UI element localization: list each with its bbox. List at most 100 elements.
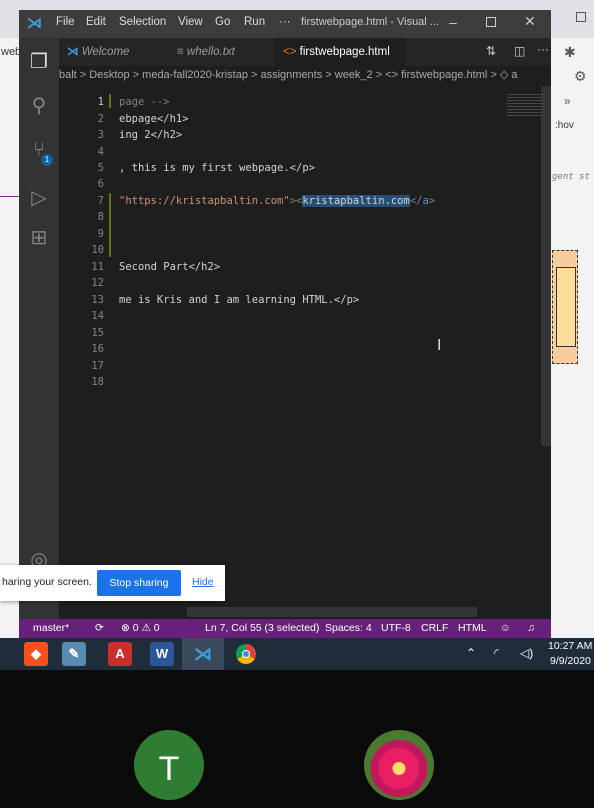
acrobat-app-icon[interactable]: A bbox=[108, 642, 132, 666]
clock-time[interactable]: 10:27 AM bbox=[548, 640, 592, 652]
line-number: 2 bbox=[97, 113, 104, 125]
menu-run[interactable]: Run bbox=[244, 16, 265, 28]
line-ending[interactable]: CRLF bbox=[421, 619, 448, 638]
window-title: firstwebpage.html - Visual ... bbox=[301, 16, 439, 28]
vscode-taskbar-active[interactable]: ⋊ bbox=[182, 638, 224, 670]
maximize-icon[interactable] bbox=[486, 17, 496, 27]
vscode-logo-icon: ⋊ bbox=[67, 46, 79, 58]
indentation[interactable]: Spaces: 4 bbox=[325, 619, 372, 638]
code-line-3: ing 2</h2> bbox=[119, 129, 183, 141]
extension-icon[interactable]: ✱ bbox=[564, 44, 576, 61]
divider bbox=[0, 196, 20, 197]
volume-icon[interactable]: ◁) bbox=[520, 646, 533, 660]
extensions-icon[interactable]: ⊞ bbox=[19, 218, 59, 258]
hov-filter[interactable]: :hov bbox=[555, 120, 574, 131]
line-number: 15 bbox=[91, 327, 104, 339]
word-app-icon[interactable]: W bbox=[150, 642, 174, 666]
line-number: 1 bbox=[97, 96, 104, 108]
line-number: 11 bbox=[91, 261, 104, 273]
language-mode[interactable]: HTML bbox=[458, 619, 487, 638]
chrome-app-icon[interactable] bbox=[236, 644, 256, 664]
menu-file[interactable]: File bbox=[56, 16, 75, 28]
text-cursor-icon: I bbox=[437, 337, 442, 354]
code-editor[interactable]: 1 2 3 4 5 6 7 8 9 10 11 12 13 14 15 16 1… bbox=[59, 86, 551, 619]
title-bar: ⋊ File Edit Selection View Go Run ··· fi… bbox=[19, 10, 551, 38]
menu-view[interactable]: View bbox=[178, 16, 203, 28]
close-window-icon[interactable]: ✕ bbox=[524, 13, 536, 30]
windows-taskbar: ◆ ✎ A W ⋊ ⌃ ◜ ◁) 10:27 AM 9/9/2020 bbox=[0, 638, 594, 670]
minimap[interactable] bbox=[507, 94, 543, 118]
git-change-marker bbox=[109, 94, 111, 108]
menu-selection[interactable]: Selection bbox=[119, 16, 166, 28]
git-app-icon[interactable]: ◆ bbox=[24, 642, 48, 666]
source-control-icon[interactable]: ⑂ bbox=[19, 130, 59, 170]
split-editor-icon[interactable]: ◫ bbox=[514, 44, 525, 58]
wifi-icon[interactable]: ◜ bbox=[494, 646, 499, 660]
git-branch[interactable]: master* bbox=[33, 619, 69, 638]
tab-firstwebpage[interactable]: <> firstwebpage.html ✕ bbox=[275, 38, 405, 86]
line-number: 12 bbox=[91, 277, 104, 289]
code-line-11: Second Part</h2> bbox=[119, 261, 221, 273]
devtools-panel: ✱ ⚙ » :hov gent st bbox=[550, 38, 594, 638]
source-control-badge: 1 bbox=[41, 154, 53, 166]
tab-welcome[interactable]: ⋊ Welcome bbox=[59, 38, 164, 66]
line-number: 8 bbox=[97, 211, 104, 223]
text-file-icon: ≡ bbox=[177, 46, 184, 58]
box-model-margin bbox=[552, 250, 578, 364]
tab-label: Welcome bbox=[81, 46, 130, 58]
menu-go[interactable]: Go bbox=[215, 16, 230, 28]
tab-whello[interactable]: ≡ whello.txt bbox=[169, 38, 274, 66]
line-number: 16 bbox=[91, 343, 104, 355]
style-snippet: gent st bbox=[552, 172, 590, 182]
html-file-icon: <> bbox=[283, 46, 297, 58]
vscode-app-icon: ⋊ bbox=[194, 644, 212, 664]
clock-date[interactable]: 9/9/2020 bbox=[550, 655, 591, 667]
href-value: "https://kristapbaltin.com" bbox=[119, 195, 290, 207]
feedback-icon[interactable]: ☺ bbox=[500, 619, 511, 638]
activity-bar: ❐ ⚲ ⑂ 1 ▷ ⊞ ◎ bbox=[19, 38, 59, 619]
notepad-app-icon[interactable]: ✎ bbox=[62, 642, 86, 666]
participant-avatar-flower[interactable] bbox=[364, 730, 434, 800]
git-change-marker bbox=[109, 193, 111, 257]
run-debug-icon[interactable]: ▷ bbox=[19, 178, 59, 218]
background-browser-left: web bbox=[0, 38, 21, 638]
horizontal-scrollbar[interactable] bbox=[187, 607, 477, 617]
menu-edit[interactable]: Edit bbox=[86, 16, 106, 28]
menu-more[interactable]: ··· bbox=[279, 16, 291, 28]
open-changes-icon[interactable]: ⇅ bbox=[486, 44, 496, 58]
line-number: 7 bbox=[97, 195, 104, 207]
line-number: 14 bbox=[91, 310, 104, 322]
box-model-border bbox=[556, 267, 576, 347]
search-icon[interactable]: ⚲ bbox=[19, 86, 59, 126]
code-line-13: me is Kris and I am learning HTML.</p> bbox=[119, 294, 360, 306]
restore-window-icon[interactable] bbox=[576, 12, 586, 22]
explorer-icon[interactable]: ❐ bbox=[19, 42, 59, 82]
hide-link[interactable]: Hide bbox=[192, 576, 214, 588]
line-number: 10 bbox=[91, 244, 104, 256]
sync-icon[interactable]: ⟳ bbox=[95, 619, 104, 638]
cursor-position[interactable]: Ln 7, Col 55 (3 selected) bbox=[205, 619, 319, 638]
line-number: 17 bbox=[91, 360, 104, 372]
stop-sharing-button[interactable]: Stop sharing bbox=[97, 570, 181, 596]
line-number: 5 bbox=[97, 162, 104, 174]
problems-count[interactable]: ⊗ 0 ⚠ 0 bbox=[121, 619, 160, 638]
tab-label: whello.txt bbox=[186, 46, 235, 58]
tray-chevron-icon[interactable]: ⌃ bbox=[466, 646, 476, 660]
selected-link-text: kristapbaltin.com bbox=[302, 195, 410, 207]
code-line-1: page --> bbox=[119, 96, 170, 108]
devtools-more-chevron[interactable]: » bbox=[564, 94, 571, 108]
settings-gear-icon[interactable]: ⚙ bbox=[574, 68, 587, 85]
code-line-2: ebpage</h1> bbox=[119, 113, 189, 125]
more-actions-icon[interactable]: ··· bbox=[537, 42, 549, 56]
chrome-center bbox=[242, 650, 250, 658]
breadcrumb[interactable]: balt > Desktop > meda-fall2020-kristap >… bbox=[59, 66, 551, 86]
participant-avatar[interactable]: T bbox=[134, 730, 204, 800]
line-number: 9 bbox=[97, 228, 104, 240]
share-status-text: haring your screen. bbox=[2, 576, 92, 588]
line-number: 18 bbox=[91, 376, 104, 388]
vertical-scrollbar[interactable] bbox=[541, 86, 551, 446]
screen-share-bar: haring your screen. Stop sharing Hide bbox=[0, 565, 225, 601]
notifications-icon[interactable]: ♫ bbox=[527, 619, 535, 638]
encoding[interactable]: UTF-8 bbox=[381, 619, 411, 638]
minimize-icon[interactable]: – bbox=[449, 14, 457, 30]
